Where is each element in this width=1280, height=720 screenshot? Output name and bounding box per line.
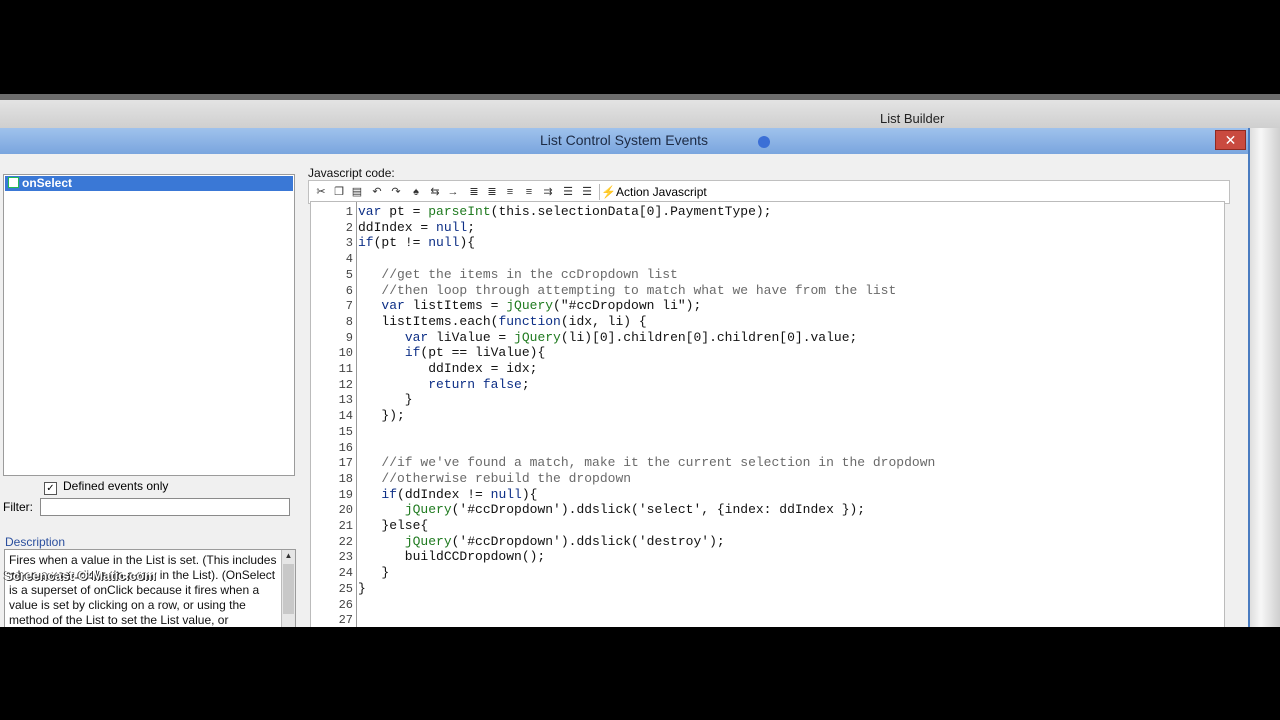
background-window-edge <box>1248 128 1280 627</box>
line-number: 11 <box>338 362 353 376</box>
parent-window-titlebar: List Builder <box>0 94 1280 129</box>
code-line: //otherwise rebuild the dropdown <box>358 470 632 486</box>
line-number: 24 <box>338 566 353 581</box>
description-scrollbar[interactable]: ▲ <box>281 550 295 627</box>
dialog-titlebar[interactable]: List Control System Events ✕ <box>0 128 1248 154</box>
code-line: if(pt == liValue){ <box>404 345 546 361</box>
line-number: 27 <box>338 613 353 627</box>
line-number: 17 <box>338 456 353 471</box>
toolbar-separator <box>599 184 600 200</box>
line-number: 19 <box>338 487 353 502</box>
scroll-up-icon[interactable]: ▲ <box>282 550 295 562</box>
line-number-gutter: 1 2 3 4 5 6 7 8 9 10 11 12 13 14 15 16 17 18 19 20 21 22 23 24 2… <box>311 202 357 627</box>
format-icon[interactable]: ⇉ <box>540 184 556 200</box>
watermark: Screencast-O-Matic.com <box>4 568 156 583</box>
line-number: 16 <box>338 440 353 455</box>
line-number: 22 <box>338 534 353 549</box>
code-line: }else{ <box>358 518 429 533</box>
code-line: var liValue = jQuery(li)[0].children[0].… <box>404 329 858 345</box>
action-icon: ⚡ <box>601 185 616 199</box>
description-label: Description <box>5 535 66 549</box>
code-line: if(ddIndex != null){ <box>381 486 538 502</box>
event-item-onselect[interactable]: onSelect <box>5 176 293 191</box>
code-line: }); <box>358 408 405 424</box>
paste-icon[interactable]: ▤ <box>349 184 365 200</box>
line-number: 23 <box>338 550 353 565</box>
line-number: 25 <box>338 581 353 596</box>
dialog-title: List Control System Events <box>539 132 709 148</box>
line-number: 12 <box>338 377 353 392</box>
line-number: 20 <box>338 503 353 518</box>
code-line: jQuery('#ccDropdown').ddslick('destroy')… <box>404 533 725 549</box>
action-javascript-label: Action Javascript <box>616 185 707 199</box>
code-line: } <box>358 565 390 581</box>
align-right-icon[interactable]: ≡ <box>521 184 537 200</box>
code-line: ddIndex = null; <box>358 219 476 235</box>
line-number: 14 <box>338 409 353 424</box>
cut-icon[interactable]: ✂ <box>313 184 329 200</box>
goto-icon[interactable]: → <box>445 184 461 200</box>
code-line: var listItems = jQuery("#ccDropdown li")… <box>381 298 702 314</box>
line-number: 6 <box>345 283 353 298</box>
line-number: 15 <box>338 424 353 439</box>
redo-icon[interactable]: ↷ <box>388 184 404 200</box>
code-line: } <box>358 392 413 408</box>
find-icon[interactable]: ♠ <box>408 184 424 200</box>
code-line: //get the items in the ccDropdown list <box>358 266 678 282</box>
event-defined-icon <box>8 177 19 188</box>
code-line: var pt = parseInt(this.selectionData[0].… <box>358 204 772 219</box>
copy-icon[interactable]: ❐ <box>331 184 347 200</box>
events-list: onSelect <box>3 174 295 476</box>
code-line: if(pt != null){ <box>358 235 476 251</box>
mouse-cursor-icon <box>758 136 770 148</box>
code-line: //if we've found a match, make it the cu… <box>358 455 936 471</box>
line-number: 21 <box>338 519 353 533</box>
close-button[interactable]: ✕ <box>1215 130 1246 150</box>
outdent-icon[interactable]: ≣ <box>484 184 500 200</box>
events-dialog: List Control System Events ✕ onSelect ✓ D… <box>0 128 1250 627</box>
line-number: 13 <box>338 393 353 408</box>
event-item-label: onSelect <box>22 176 73 190</box>
scroll-thumb[interactable] <box>283 564 294 614</box>
line-number: 10 <box>338 346 353 361</box>
line-number: 2 <box>345 220 353 235</box>
uncomment-icon[interactable]: ☰ <box>579 184 595 200</box>
checkbox-checked-icon[interactable]: ✓ <box>44 482 57 495</box>
action-javascript-button[interactable]: ⚡Action Javascript <box>601 183 707 201</box>
code-line: ddIndex = idx; <box>358 361 538 376</box>
align-left-icon[interactable]: ≡ <box>502 184 518 200</box>
defined-only-label: Defined events only <box>63 479 169 493</box>
undo-icon[interactable]: ↶ <box>369 184 385 200</box>
code-line: jQuery('#ccDropdown').ddslick('select', … <box>404 502 866 518</box>
line-number: 9 <box>345 330 353 345</box>
code-line: listItems.each(function(idx, li) { <box>358 313 647 329</box>
filter-label: Filter: <box>3 500 33 514</box>
line-number: 8 <box>345 314 353 329</box>
line-number: 26 <box>338 597 353 612</box>
line-number: 1 <box>345 205 353 219</box>
indent-icon[interactable]: ≣ <box>466 184 482 200</box>
replace-icon[interactable]: ⇆ <box>427 184 443 200</box>
filter-input[interactable] <box>40 498 290 516</box>
code-line: buildCCDropdown(); <box>358 549 546 565</box>
line-number: 18 <box>338 471 353 486</box>
javascript-code-label: Javascript code: <box>308 166 395 180</box>
code-line: } <box>358 580 366 596</box>
description-text: Fires when a value in the List is set. (… <box>9 553 277 627</box>
line-number: 7 <box>345 299 353 314</box>
line-number: 5 <box>345 267 353 282</box>
parent-window-title: List Builder <box>880 111 945 126</box>
code-line: //then loop through attempting to match … <box>358 282 897 298</box>
line-number: 4 <box>345 252 353 267</box>
line-number: 3 <box>345 236 353 251</box>
comment-icon[interactable]: ☰ <box>560 184 576 200</box>
description-box: Fires when a value in the List is set. (… <box>4 549 296 627</box>
defined-only-checkbox[interactable]: ✓ Defined events only <box>44 479 168 495</box>
code-editor[interactable]: 1 2 3 4 5 6 7 8 9 10 11 12 13 14 15 16 17 18 19 20 21 22 23 24 2… <box>310 201 1225 627</box>
code-line: return false; <box>428 376 530 392</box>
screen-area: List Builder List Control System Events … <box>0 94 1280 627</box>
